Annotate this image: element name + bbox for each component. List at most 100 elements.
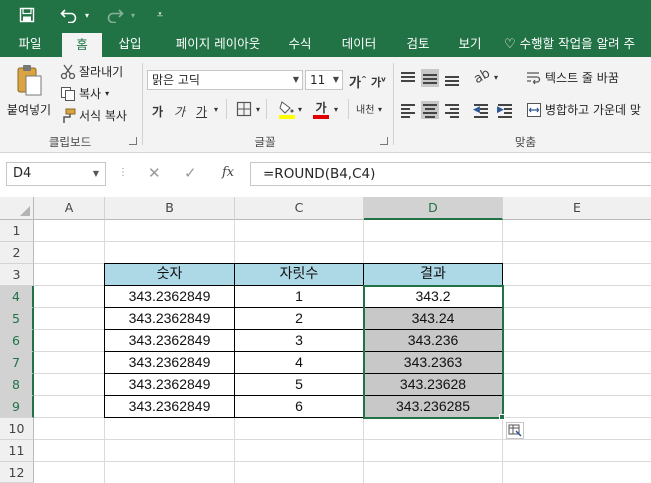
save-icon[interactable] [16, 4, 38, 26]
italic-button[interactable]: 가 [174, 103, 185, 120]
tab-file[interactable]: 파일 [8, 30, 52, 57]
decrease-indent-icon[interactable]: ◀ [472, 101, 490, 119]
row-header-6[interactable]: 6 [0, 330, 34, 352]
row-header-4[interactable]: 4 [0, 286, 34, 308]
lightbulb-icon: ♡ [504, 37, 516, 52]
quick-analysis-button[interactable] [506, 422, 524, 439]
table-cell[interactable]: 1 [235, 286, 363, 307]
row-header-8[interactable]: 8 [0, 374, 34, 396]
name-box[interactable]: D4 ▼ [6, 162, 106, 186]
wrap-text-button[interactable]: 텍스트 줄 바꿈 [526, 69, 619, 86]
formula-input[interactable]: =ROUND(B4,C4) [250, 162, 651, 186]
table-cell[interactable]: 343.2362849 [105, 352, 234, 373]
fill-color-button[interactable] [278, 99, 296, 119]
font-launcher-icon[interactable] [380, 137, 388, 145]
clipboard-launcher-icon[interactable] [129, 137, 137, 145]
orientation-icon[interactable]: ab [471, 66, 493, 87]
underline-button[interactable]: 가 [196, 103, 207, 120]
format-painter-button[interactable]: 서식 복사 [60, 107, 127, 124]
grow-font-button[interactable]: 가^ [349, 72, 367, 91]
row-header-11[interactable]: 11 [0, 440, 34, 462]
shrink-font-button[interactable]: 가v [371, 74, 386, 90]
column-header-b[interactable]: B [105, 197, 235, 220]
row-header-1[interactable]: 1 [0, 220, 34, 242]
tab-insert[interactable]: 삽입 [108, 30, 152, 57]
align-top-icon[interactable] [399, 69, 417, 87]
fill-handle[interactable] [499, 414, 505, 420]
copy-button[interactable]: 복사 ▾ [60, 85, 109, 102]
cut-button[interactable]: 잘라내기 [60, 63, 123, 80]
bold-button[interactable]: 가 [152, 103, 163, 120]
tab-view[interactable]: 보기 [448, 30, 492, 57]
align-left-icon[interactable] [399, 101, 417, 119]
orientation-dropdown-icon[interactable]: ▾ [494, 73, 498, 82]
cancel-icon[interactable]: ✕ [148, 164, 161, 182]
underline-dropdown-icon[interactable]: ▾ [214, 105, 218, 114]
table-cell[interactable]: 343.2362849 [105, 374, 234, 395]
redo-dropdown-icon: ▾ [130, 10, 135, 20]
font-color-dropdown-icon[interactable]: ▾ [334, 105, 338, 114]
undo-dropdown-icon[interactable]: ▾ [82, 4, 92, 26]
table-cell[interactable]: 6 [235, 396, 363, 417]
align-right-icon[interactable] [443, 101, 461, 119]
borders-dropdown-icon[interactable]: ▾ [256, 105, 260, 114]
table-cell[interactable]: 343.2362849 [105, 330, 234, 351]
align-bottom-icon[interactable] [443, 69, 461, 87]
copy-dropdown-icon[interactable]: ▾ [105, 89, 109, 98]
chevron-down-icon: ▼ [92, 169, 99, 178]
header-cell-digits[interactable]: 자릿수 [235, 264, 363, 285]
merge-center-button[interactable]: 병합하고 가운데 맞 [526, 101, 641, 118]
column-header-a[interactable]: A [34, 197, 105, 220]
font-size-select[interactable]: 11 ▼ [305, 70, 343, 90]
row-header-9[interactable]: 9 [0, 396, 34, 418]
customize-icon[interactable]: ⩡ [152, 4, 168, 26]
table-cell[interactable]: 5 [235, 374, 363, 395]
table-cell[interactable]: 343.2362849 [105, 308, 234, 329]
table-border [104, 263, 503, 264]
divider [266, 99, 267, 119]
column-header-c[interactable]: C [235, 197, 364, 220]
tell-me-box[interactable]: ♡ 수행할 작업을 알려 주 [504, 30, 651, 57]
formula-bar: D4 ▼ ⋮ ✕ ✓ fx =ROUND(B4,C4) [0, 153, 651, 197]
row-header-12[interactable]: 12 [0, 462, 34, 483]
table-cell[interactable]: 2 [235, 308, 363, 329]
row-header-3[interactable]: 3 [0, 264, 34, 286]
row-header-2[interactable]: 2 [0, 242, 34, 264]
row-header-5[interactable]: 5 [0, 308, 34, 330]
phonetic-button[interactable]: 내천 [356, 101, 374, 116]
tab-page-layout[interactable]: 페이지 레이아웃 [160, 30, 276, 57]
fill-color-dropdown-icon[interactable]: ▾ [298, 105, 302, 114]
gridline [34, 439, 651, 440]
table-cell[interactable]: 4 [235, 352, 363, 373]
header-cell-number[interactable]: 숫자 [105, 264, 234, 285]
font-color-button[interactable]: 가 [312, 99, 330, 119]
font-name-select[interactable]: 맑은 고딕 ▼ [147, 70, 303, 90]
title-bar: ▾ ▾ ⩡ [0, 0, 651, 30]
enter-icon[interactable]: ✓ [184, 164, 197, 182]
table-cell[interactable]: 3 [235, 330, 363, 351]
tab-home[interactable]: 홈 [62, 33, 102, 57]
row-header-7[interactable]: 7 [0, 352, 34, 374]
column-header-d[interactable]: D [364, 197, 503, 220]
tab-data[interactable]: 데이터 [330, 30, 388, 57]
tab-formulas[interactable]: 수식 [280, 30, 320, 57]
tab-review[interactable]: 검토 [396, 30, 440, 57]
fill-bucket-icon [279, 101, 295, 119]
paste-button[interactable]: 붙여넣기 [6, 63, 52, 125]
phonetic-dropdown-icon[interactable]: ▾ [378, 105, 382, 114]
table-cell[interactable]: 343.2362849 [105, 396, 234, 417]
align-middle-icon[interactable] [421, 69, 439, 87]
column-header-e[interactable]: E [503, 197, 651, 220]
row-header-10[interactable]: 10 [0, 418, 34, 440]
group-separator [142, 63, 143, 145]
borders-button[interactable] [236, 101, 252, 120]
table-cell[interactable]: 343.2362849 [105, 286, 234, 307]
increase-indent-icon[interactable]: ▶ [496, 101, 514, 119]
insert-function-icon[interactable]: fx [222, 165, 234, 180]
redo-icon [104, 4, 126, 26]
select-all-button[interactable] [0, 197, 34, 220]
group-separator [393, 63, 394, 145]
align-center-icon[interactable] [421, 101, 439, 119]
undo-icon[interactable] [58, 4, 80, 26]
header-cell-result[interactable]: 결과 [364, 264, 502, 285]
